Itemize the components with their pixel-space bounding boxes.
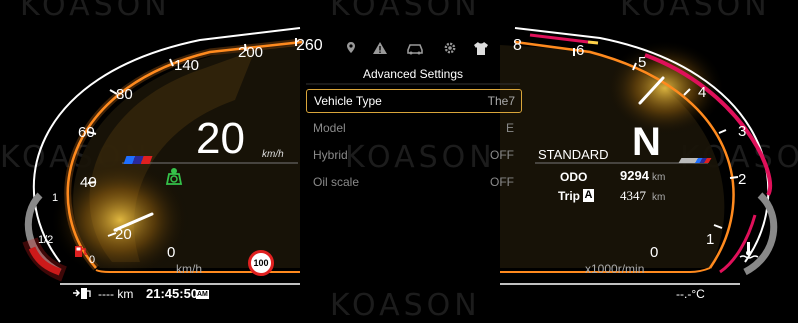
speedo-tick-label: 40 bbox=[80, 174, 97, 191]
menu-item-hybrid[interactable]: Hybrid OFF bbox=[306, 144, 520, 166]
tacho-tick-label: 8 bbox=[513, 37, 522, 54]
gear-icon[interactable] bbox=[442, 40, 458, 56]
speed-readout: 20 bbox=[196, 114, 245, 163]
menu-item-label: Vehicle Type bbox=[314, 94, 382, 108]
shirt-icon[interactable] bbox=[472, 40, 488, 56]
menu-item-vehicle-type[interactable]: Vehicle Type The7 bbox=[306, 89, 522, 113]
menu-item-oil-scale[interactable]: Oil scale OFF bbox=[306, 171, 520, 193]
oil-temperature-icon bbox=[738, 240, 760, 259]
tacho-tick-label: 6 bbox=[576, 42, 585, 59]
speed-limit-value: 100 bbox=[253, 258, 269, 268]
menu-item-model[interactable]: Model E bbox=[306, 117, 520, 139]
location-icon[interactable] bbox=[343, 40, 359, 56]
tacho-tick-label: 0 bbox=[650, 244, 659, 261]
outside-temperature: --.-°C bbox=[676, 287, 705, 301]
tacho-tick-label: 4 bbox=[698, 84, 707, 101]
car-icon[interactable] bbox=[406, 40, 423, 56]
menu-item-value: OFF bbox=[490, 148, 514, 162]
range-icon bbox=[72, 286, 91, 300]
menu-title: Advanced Settings bbox=[362, 67, 464, 81]
trip-unit: km bbox=[652, 192, 666, 203]
fuel-gauge-half-label: 1/2 bbox=[38, 234, 54, 246]
menu-item-label: Model bbox=[313, 121, 346, 135]
tacho-tick-label: 3 bbox=[738, 123, 747, 140]
trip-id-badge: A bbox=[583, 189, 594, 202]
speedo-tick-label: 200 bbox=[238, 44, 264, 61]
drive-mode: STANDARD bbox=[538, 147, 609, 162]
speedo-tick-label: 80 bbox=[116, 86, 133, 103]
gear-indicator: N bbox=[632, 120, 661, 164]
speedo-tick-label: 60 bbox=[78, 124, 95, 141]
odo-label: ODO bbox=[560, 170, 588, 184]
clock: 21:45:50 bbox=[146, 286, 199, 301]
fuel-gauge-full-label: 1 bbox=[52, 192, 59, 204]
eco-driver-icon bbox=[164, 166, 183, 185]
fuel-gauge-empty-label: 0 bbox=[89, 254, 96, 266]
speedo-tick-label: 20 bbox=[115, 226, 132, 243]
tacho-tick-label: 2 bbox=[738, 171, 747, 188]
menu-item-value: E bbox=[505, 121, 514, 135]
trip-label: Trip bbox=[558, 189, 581, 203]
speedo-bottom-unit: km/h bbox=[176, 262, 203, 276]
speed-unit: km/h bbox=[262, 149, 284, 160]
tacho-tick-label: 5 bbox=[638, 54, 647, 71]
trip-value: 4347 bbox=[620, 188, 646, 203]
speedo-tick-label: 260 bbox=[296, 37, 323, 54]
speedo-tick-label: 0 bbox=[167, 244, 176, 261]
m-badge-icon bbox=[123, 156, 153, 164]
speed-limit-sign: 100 bbox=[248, 250, 274, 276]
odo-value: 9294 bbox=[620, 168, 649, 183]
tacho-redline-accent bbox=[587, 40, 599, 45]
menu-item-value: OFF bbox=[490, 175, 514, 189]
menu-item-value: The7 bbox=[487, 94, 515, 108]
fuel-pump-icon bbox=[74, 244, 87, 258]
m-stripe-icon bbox=[678, 158, 712, 163]
clock-ampm: AM bbox=[196, 290, 209, 299]
tacho-tick-label: 1 bbox=[706, 231, 715, 248]
menu-item-label: Oil scale bbox=[313, 175, 360, 189]
speedo-tick-label: 140 bbox=[174, 57, 200, 74]
range-readout: ---- km bbox=[98, 287, 134, 301]
tacho-unit: x1000r/min bbox=[585, 262, 645, 276]
menu-item-label: Hybrid bbox=[313, 148, 348, 162]
odo-unit: km bbox=[652, 172, 666, 183]
warning-icon[interactable] bbox=[372, 40, 388, 56]
